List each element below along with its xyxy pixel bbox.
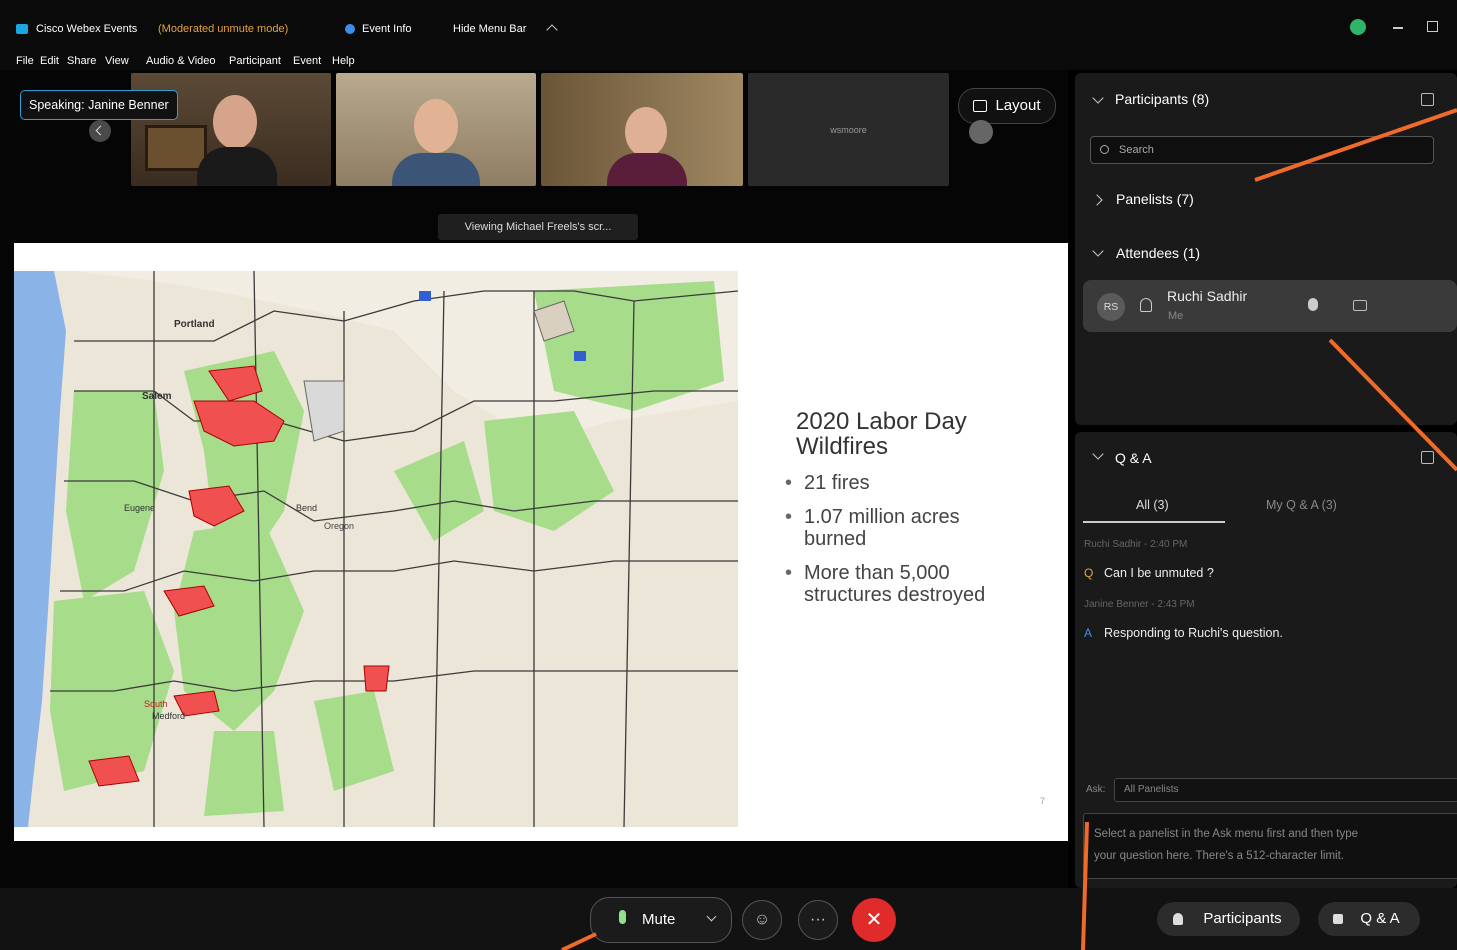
callout-arrow-attendee (1328, 338, 1457, 472)
callout-arrow-ask (1081, 821, 1089, 950)
callout-arrow-participants (1254, 108, 1457, 182)
callout-arrow-mute (561, 932, 597, 950)
annotation-overlay (561, 108, 1457, 950)
